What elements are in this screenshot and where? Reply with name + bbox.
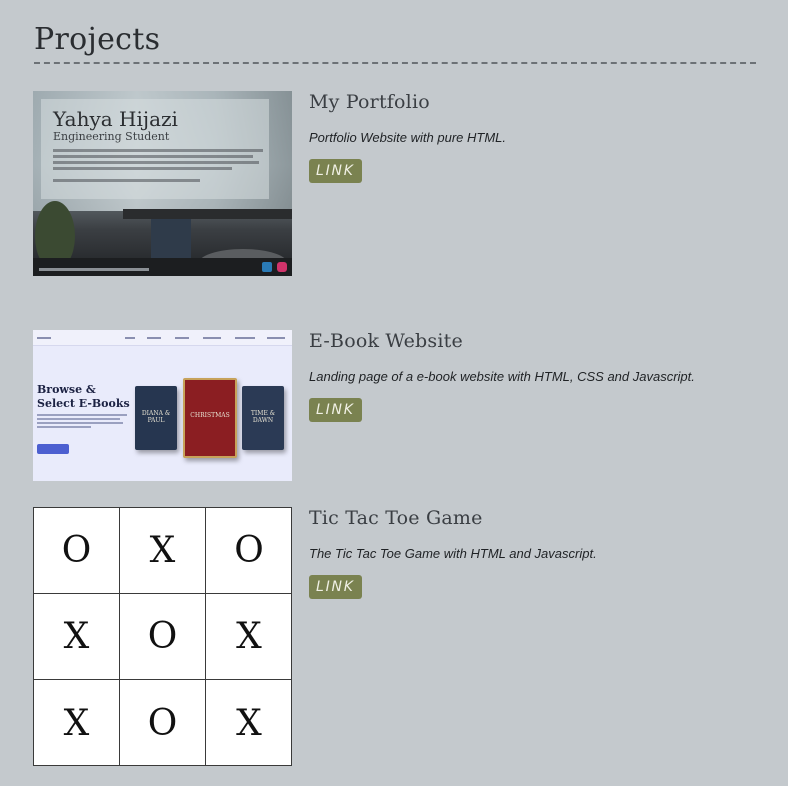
project-info: E-Book Website Landing page of a e-book … — [309, 330, 749, 422]
thumbnail-headline-2: Select E-Books — [37, 397, 130, 410]
book-cover-right: TIME & DAWN — [242, 386, 284, 450]
board-cell[interactable]: X — [34, 594, 120, 680]
board-cell[interactable]: X — [206, 680, 291, 765]
board-cell[interactable]: O — [206, 508, 291, 594]
instagram-icon — [277, 262, 287, 272]
project-description: Portfolio Website with pure HTML. — [309, 130, 506, 145]
tic-tac-toe-board: O X O X O X X O X — [33, 507, 292, 766]
thumbnail-headline-1: Browse & — [37, 383, 96, 396]
book-cover-center: CHRISTMAS — [183, 378, 237, 458]
project-title: My Portfolio — [309, 91, 430, 113]
project-description: Landing page of a e-book website with HT… — [309, 369, 695, 384]
project-title: E-Book Website — [309, 330, 463, 352]
book-cover-left: DIANA & PAUL — [135, 386, 177, 450]
portfolio-thumbnail: Yahya Hijazi Engineering Student — [33, 91, 292, 276]
project-info: My Portfolio Portfolio Website with pure… — [309, 91, 749, 183]
project-title: Tic Tac Toe Game — [309, 507, 483, 529]
title-divider — [34, 62, 756, 64]
linkedin-icon — [262, 262, 272, 272]
board-cell[interactable]: X — [34, 680, 120, 765]
project-card-portfolio: Yahya Hijazi Engineering Student My Port… — [33, 91, 756, 276]
thumbnail-role: Engineering Student — [53, 130, 170, 143]
ebook-thumbnail: Browse & Select E-Books DIANA & PAUL CHRI… — [33, 330, 292, 481]
board-cell[interactable]: O — [34, 508, 120, 594]
board-cell[interactable]: X — [206, 594, 291, 680]
project-link-button[interactable]: LINK — [309, 575, 362, 599]
project-card-ebook: Browse & Select E-Books DIANA & PAUL CHRI… — [33, 330, 756, 481]
project-link-button[interactable]: LINK — [309, 398, 362, 422]
board-cell[interactable]: O — [120, 680, 206, 765]
page-title: Projects — [34, 22, 161, 57]
project-info: Tic Tac Toe Game The Tic Tac Toe Game wi… — [309, 507, 749, 599]
thumbnail-name: Yahya Hijazi — [53, 107, 178, 131]
project-description: The Tic Tac Toe Game with HTML and Javas… — [309, 546, 597, 561]
project-link-button[interactable]: LINK — [309, 159, 362, 183]
board-cell[interactable]: X — [120, 508, 206, 594]
board-cell[interactable]: O — [120, 594, 206, 680]
